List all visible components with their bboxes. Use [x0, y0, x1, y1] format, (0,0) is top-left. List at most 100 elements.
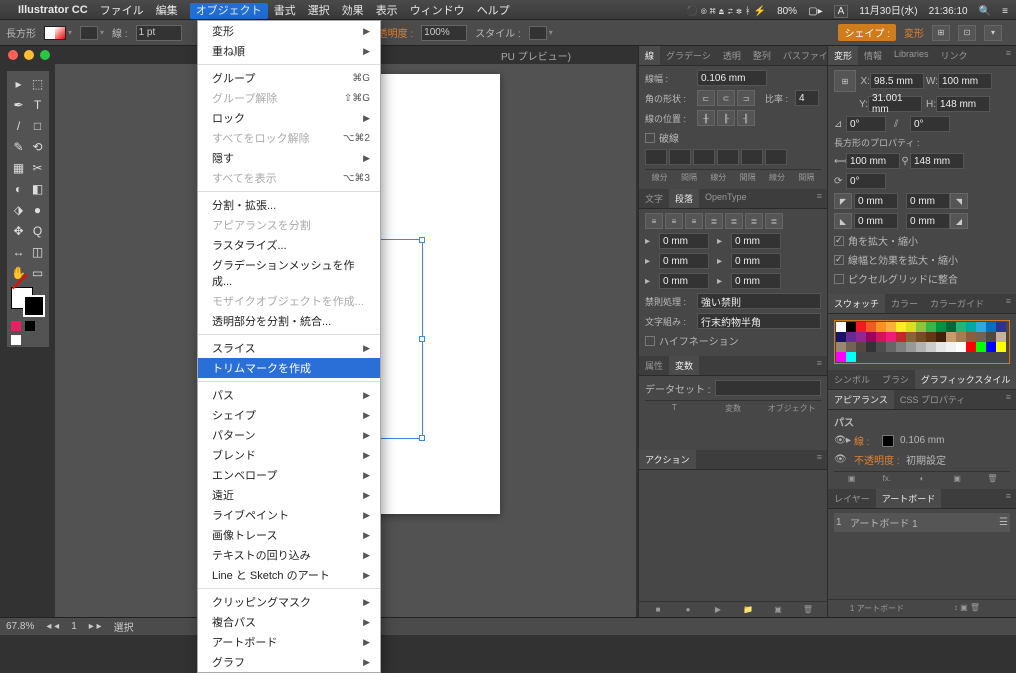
tab-align[interactable]: 整列 — [747, 46, 777, 65]
hyphen-checkbox[interactable] — [645, 336, 655, 346]
tab-paragraph[interactable]: 段落 — [669, 189, 699, 208]
color-mode-2[interactable] — [11, 335, 21, 345]
menu-オブジェクト[interactable]: オブジェクト — [190, 3, 268, 19]
swatch[interactable] — [876, 332, 886, 342]
menu-ファイル[interactable]: ファイル — [100, 5, 144, 17]
tool-15[interactable]: Q — [28, 221, 47, 240]
dash-field-1[interactable] — [669, 149, 691, 165]
swatch[interactable] — [946, 332, 956, 342]
tool-13[interactable]: ● — [28, 200, 47, 219]
stroke-width-field[interactable]: 0.106 mm — [697, 70, 767, 86]
panel-menu-icon[interactable]: ≡ — [1001, 489, 1016, 508]
ph-field[interactable]: 148 mm — [910, 153, 964, 169]
appearance-opacity-val[interactable]: 初期設定 — [906, 452, 946, 467]
menu-item[interactable]: グループ⌘G — [198, 68, 380, 88]
justify-right-icon[interactable]: ≣ — [745, 213, 763, 229]
dash-field-5[interactable] — [765, 149, 787, 165]
swatch[interactable] — [996, 342, 1006, 352]
cap-bevel-icon[interactable]: ⊐ — [737, 90, 755, 106]
tab-character[interactable]: 文字 — [639, 189, 669, 208]
menu-item[interactable]: スライス▶ — [198, 338, 380, 358]
menu-icon[interactable]: ▾ — [984, 25, 1002, 41]
tab-colorguide[interactable]: カラーガイド — [924, 294, 990, 313]
handle-tr[interactable] — [419, 237, 425, 243]
tab-graphic-styles[interactable]: グラフィックスタイル — [915, 370, 1016, 389]
opacity-input[interactable] — [421, 25, 467, 41]
tool-4[interactable]: / — [9, 116, 28, 135]
color-mode-0[interactable] — [11, 321, 21, 331]
swatch[interactable] — [896, 322, 906, 332]
panel-menu-icon[interactable]: ≡ — [812, 189, 827, 208]
swatch[interactable] — [836, 342, 846, 352]
color-mode-1[interactable] — [25, 321, 35, 331]
swatch[interactable] — [936, 342, 946, 352]
ap-btn3[interactable]: ◐ — [904, 474, 939, 483]
align-left-icon[interactable]: ≡ — [645, 213, 663, 229]
swatch[interactable] — [956, 342, 966, 352]
action-rec-icon[interactable]: ● — [673, 605, 703, 614]
swatch[interactable] — [866, 322, 876, 332]
swatch[interactable] — [966, 332, 976, 342]
menu-表示[interactable]: 表示 — [376, 5, 398, 17]
panel-menu-icon[interactable]: ≡ — [1001, 294, 1016, 313]
swatch[interactable] — [936, 332, 946, 342]
swatch[interactable] — [986, 342, 996, 352]
tab-libraries[interactable]: Libraries — [888, 46, 935, 65]
swatch[interactable] — [846, 352, 856, 362]
stroke-indicator[interactable] — [23, 295, 45, 317]
swatch[interactable] — [876, 322, 886, 332]
swatch[interactable] — [986, 332, 996, 342]
ap-btn4[interactable]: ▣ — [940, 474, 975, 483]
justify-all-icon[interactable]: ≣ — [765, 213, 783, 229]
tool-11[interactable]: ◧ — [28, 179, 47, 198]
swatch[interactable] — [836, 332, 846, 342]
panel-menu-icon[interactable]: ≡ — [1001, 390, 1016, 409]
swatch[interactable] — [846, 322, 856, 332]
tool-2[interactable]: ✒ — [9, 95, 28, 114]
swatch[interactable] — [926, 332, 936, 342]
swatch[interactable] — [906, 332, 916, 342]
swatch[interactable] — [916, 322, 926, 332]
panel-menu-icon[interactable]: ≡ — [812, 356, 827, 375]
menu-item[interactable]: グラフ▶ — [198, 652, 380, 672]
swatch[interactable] — [856, 322, 866, 332]
ap-fx-icon[interactable]: fx. — [869, 474, 904, 483]
artboard-item[interactable]: アートボード 1 — [850, 515, 918, 530]
cap-round-icon[interactable]: ⊂ — [717, 90, 735, 106]
y-field[interactable]: 31.001 mm — [868, 96, 922, 112]
action-new-icon[interactable]: ▣ — [763, 605, 793, 614]
corner-tr-icon[interactable]: ◥ — [950, 193, 968, 209]
rotate-field[interactable]: 0° — [846, 173, 886, 189]
menu-効果[interactable]: 効果 — [342, 5, 364, 17]
tab-layers[interactable]: レイヤー — [828, 489, 876, 508]
tab-transparency[interactable]: 透明 — [717, 46, 747, 65]
tab-gradient[interactable]: グラデーシ — [660, 46, 717, 65]
tab-pathfinder[interactable]: パスファイ — [777, 46, 827, 65]
handle-br[interactable] — [419, 435, 425, 441]
swatch[interactable] — [926, 322, 936, 332]
menu-item[interactable]: 隠す▶ — [198, 148, 380, 168]
zoom-field[interactable]: 67.8% — [6, 621, 34, 632]
pw-field[interactable]: 100 mm — [846, 153, 900, 169]
swatch[interactable] — [966, 342, 976, 352]
shape-button[interactable]: シェイプ : — [838, 24, 896, 41]
menu-item[interactable]: シェイプ▶ — [198, 405, 380, 425]
swatch-grid[interactable] — [834, 320, 1010, 364]
swatch[interactable] — [996, 322, 1006, 332]
menu-編集[interactable]: 編集 — [156, 5, 178, 17]
appearance-opacity-label[interactable]: 不透明度 : — [854, 452, 906, 467]
tool-3[interactable]: T — [28, 95, 47, 114]
tab-info[interactable]: 情報 — [858, 46, 888, 65]
style-swatch[interactable] — [529, 26, 547, 40]
panel-menu-icon[interactable]: ≡ — [1001, 46, 1016, 65]
swatch[interactable] — [846, 342, 856, 352]
tool-5[interactable]: □ — [28, 116, 47, 135]
menu-item[interactable]: パス▶ — [198, 385, 380, 405]
menu-item[interactable]: パターン▶ — [198, 425, 380, 445]
menu-item[interactable]: 複合パス▶ — [198, 612, 380, 632]
pos-outside-icon[interactable]: ╢ — [737, 110, 755, 126]
indent-field[interactable]: 0 mm — [659, 253, 709, 269]
chk-scale-strokes[interactable] — [834, 255, 844, 265]
swatch[interactable] — [836, 322, 846, 332]
list-icon[interactable]: ≡ — [1002, 6, 1008, 17]
